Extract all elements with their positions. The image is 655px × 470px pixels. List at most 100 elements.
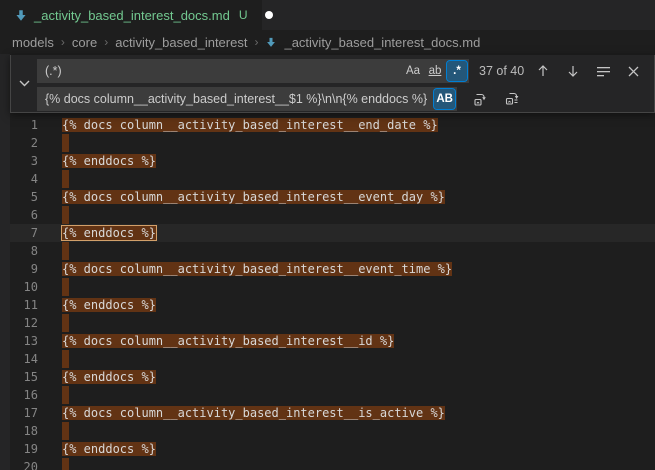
find-match-highlight-empty xyxy=(62,206,69,224)
line-content[interactable]: {% docs column__activity_based_interest_… xyxy=(62,116,438,134)
find-match-highlight: {% enddocs %} xyxy=(62,442,156,456)
replace-all-icon xyxy=(504,91,520,107)
line-number: 18 xyxy=(10,422,38,440)
line-content[interactable] xyxy=(62,350,69,368)
line-content[interactable] xyxy=(62,278,69,296)
editor-line: 19 {% enddocs %} xyxy=(0,440,655,458)
line-number: 20 xyxy=(10,458,38,470)
line-content[interactable]: {% docs column__activity_based_interest_… xyxy=(62,404,445,422)
match-count: 37 of 40 xyxy=(479,64,524,78)
breadcrumb-item-file[interactable]: _activity_based_interest_docs.md xyxy=(284,35,480,50)
editor-pane[interactable]: 1 {% docs column__activity_based_interest… xyxy=(0,54,655,470)
editor-line: 2 xyxy=(0,134,655,152)
find-match-highlight-empty xyxy=(62,386,69,404)
find-input[interactable]: (.*) Aa ab .* xyxy=(37,59,469,83)
line-number: 12 xyxy=(10,314,38,332)
line-content[interactable]: {% docs column__activity_based_interest_… xyxy=(62,188,445,206)
unsaved-changes-dot[interactable] xyxy=(265,11,273,19)
find-match-highlight-empty xyxy=(62,170,69,188)
chevron-down-icon xyxy=(19,80,30,87)
line-number: 17 xyxy=(10,404,38,422)
editor-line: 7 {% enddocs %} xyxy=(0,224,655,242)
replace-button[interactable] xyxy=(469,88,491,110)
line-content[interactable]: {% enddocs %} xyxy=(62,296,156,314)
find-row: (.*) Aa ab .* 37 of 40 xyxy=(37,59,648,83)
next-match-button[interactable] xyxy=(562,60,584,82)
find-match-highlight-empty xyxy=(62,278,69,296)
line-content[interactable]: {% docs column__activity_based_interest_… xyxy=(62,332,394,350)
find-match-highlight: {% docs column__activity_based_interest_… xyxy=(62,118,438,132)
line-content[interactable] xyxy=(62,206,69,224)
editor-line: 8 xyxy=(0,242,655,260)
regex-toggle[interactable]: .* xyxy=(447,61,467,81)
line-content[interactable] xyxy=(62,170,69,188)
line-content[interactable]: {% docs column__activity_based_interest_… xyxy=(62,260,452,278)
breadcrumb: models › core › activity_based_interest … xyxy=(0,30,655,54)
toggle-replace-button[interactable] xyxy=(11,55,37,112)
find-match-highlight-empty xyxy=(62,314,69,332)
find-in-selection-button[interactable] xyxy=(592,60,614,82)
line-number: 3 xyxy=(10,152,38,170)
line-number: 14 xyxy=(10,350,38,368)
editor-line: 15 {% enddocs %} xyxy=(0,368,655,386)
tab-filename: _activity_based_interest_docs.md xyxy=(34,8,230,23)
line-content[interactable] xyxy=(62,458,69,470)
line-content[interactable]: {% enddocs %} xyxy=(62,440,156,458)
find-query: (.*) xyxy=(45,64,62,78)
preserve-case-toggle[interactable]: AB xyxy=(434,89,455,109)
line-number: 7 xyxy=(10,224,38,242)
editor-line: 16 xyxy=(0,386,655,404)
editor-line: 4 xyxy=(0,170,655,188)
breadcrumb-separator: › xyxy=(254,35,258,49)
replace-row: {% docs column__activity_based_interest_… xyxy=(37,87,648,111)
line-number: 8 xyxy=(10,242,38,260)
breadcrumb-item-core[interactable]: core xyxy=(72,35,97,50)
git-status-badge: U xyxy=(239,8,248,22)
line-content[interactable]: {% enddocs %} xyxy=(62,368,156,386)
find-match-highlight-empty xyxy=(62,350,69,368)
line-number: 9 xyxy=(10,260,38,278)
find-replace-widget: (.*) Aa ab .* 37 of 40 xyxy=(10,55,655,113)
find-match-highlight-empty xyxy=(62,422,69,440)
line-content[interactable]: {% enddocs %} xyxy=(62,224,156,242)
match-case-toggle[interactable]: Aa xyxy=(403,61,423,81)
markdown-file-icon xyxy=(14,8,28,22)
replace-input[interactable]: {% docs column__activity_based_interest_… xyxy=(37,87,457,111)
editor-line: 18 xyxy=(0,422,655,440)
editor-lines: 1 {% docs column__activity_based_interest… xyxy=(0,116,655,470)
find-match-highlight: {% docs column__activity_based_interest_… xyxy=(62,190,445,204)
line-content[interactable] xyxy=(62,314,69,332)
previous-match-button[interactable] xyxy=(532,60,554,82)
editor-line: 3 {% enddocs %} xyxy=(0,152,655,170)
line-number: 19 xyxy=(10,440,38,458)
arrow-up-icon xyxy=(537,65,549,77)
tab-activity-based-interest-docs[interactable]: _activity_based_interest_docs.md U xyxy=(0,0,262,30)
editor-line: 14 xyxy=(0,350,655,368)
whole-word-toggle[interactable]: ab xyxy=(425,61,445,81)
line-content[interactable]: {% enddocs %} xyxy=(62,152,156,170)
line-number: 2 xyxy=(10,134,38,152)
close-icon xyxy=(628,66,639,77)
editor-line: 12 xyxy=(0,314,655,332)
replace-all-button[interactable] xyxy=(501,88,523,110)
find-match-highlight-empty xyxy=(62,134,69,152)
line-content[interactable] xyxy=(62,386,69,404)
line-number: 11 xyxy=(10,296,38,314)
line-number: 15 xyxy=(10,368,38,386)
selection-lines-icon xyxy=(597,66,610,77)
line-content[interactable] xyxy=(62,422,69,440)
line-content[interactable] xyxy=(62,134,69,152)
find-match-highlight: {% enddocs %} xyxy=(62,298,156,312)
line-content[interactable] xyxy=(62,242,69,260)
breadcrumb-item-models[interactable]: models xyxy=(12,35,54,50)
line-number: 1 xyxy=(10,116,38,134)
tab-bar: _activity_based_interest_docs.md U xyxy=(0,0,655,30)
editor-line: 11 {% enddocs %} xyxy=(0,296,655,314)
breadcrumb-item-activity-based-interest[interactable]: activity_based_interest xyxy=(115,35,247,50)
close-find-button[interactable] xyxy=(622,60,644,82)
editor-line: 13 {% docs column__activity_based_interes… xyxy=(0,332,655,350)
editor-line: 5{% docs column__activity_based_interest… xyxy=(0,188,655,206)
replace-icon xyxy=(472,91,488,107)
line-number: 13 xyxy=(10,332,38,350)
editor-line: 1 {% docs column__activity_based_interest… xyxy=(0,116,655,134)
